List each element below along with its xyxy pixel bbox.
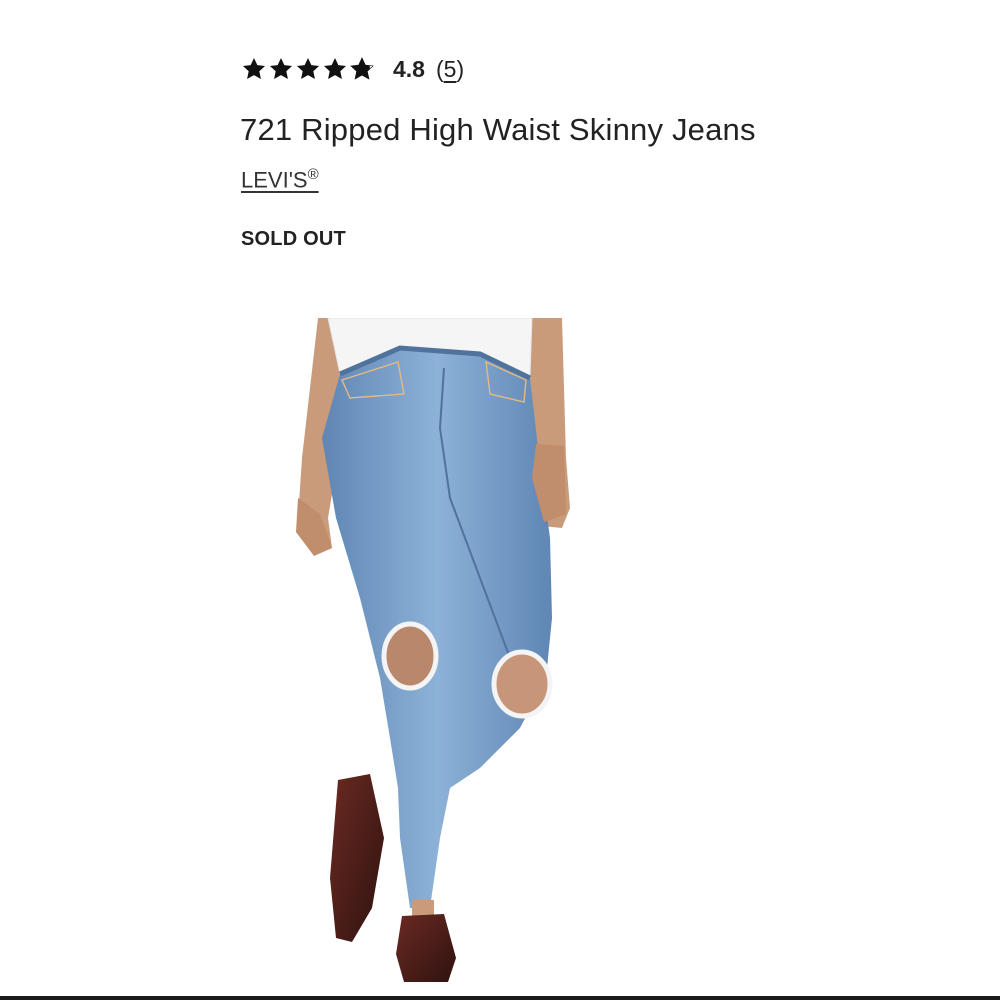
product-page: 4.8 (5) 721 Ripped High Waist Skinny Jea… bbox=[0, 0, 1000, 1000]
rating-value: 4.8 bbox=[393, 55, 425, 82]
right-shoe bbox=[396, 914, 456, 982]
star-icon bbox=[323, 57, 347, 79]
bottom-divider bbox=[0, 996, 1000, 1000]
review-count-link[interactable]: (5) bbox=[436, 56, 464, 83]
left-shoe bbox=[330, 774, 384, 942]
brand-name: LEVI'S bbox=[241, 167, 308, 193]
partial-star-icon bbox=[350, 57, 374, 80]
review-count: 5 bbox=[443, 55, 457, 82]
review-count-close: ) bbox=[456, 55, 465, 82]
brand-link[interactable]: LEVI'S® bbox=[241, 166, 319, 193]
left-knee-rip bbox=[381, 621, 439, 691]
star-rating bbox=[241, 56, 376, 82]
product-title: 721 Ripped High Waist Skinny Jeans bbox=[240, 112, 756, 147]
right-knee-rip bbox=[491, 649, 553, 719]
product-photo[interactable] bbox=[280, 318, 600, 990]
rating-row: 4.8 (5) bbox=[241, 52, 464, 86]
stock-status: SOLD OUT bbox=[241, 228, 346, 250]
star-icon bbox=[269, 57, 293, 79]
star-icon bbox=[296, 57, 320, 79]
registered-mark: ® bbox=[307, 166, 319, 183]
review-count-open: ( bbox=[435, 55, 444, 82]
star-icon bbox=[242, 57, 266, 79]
